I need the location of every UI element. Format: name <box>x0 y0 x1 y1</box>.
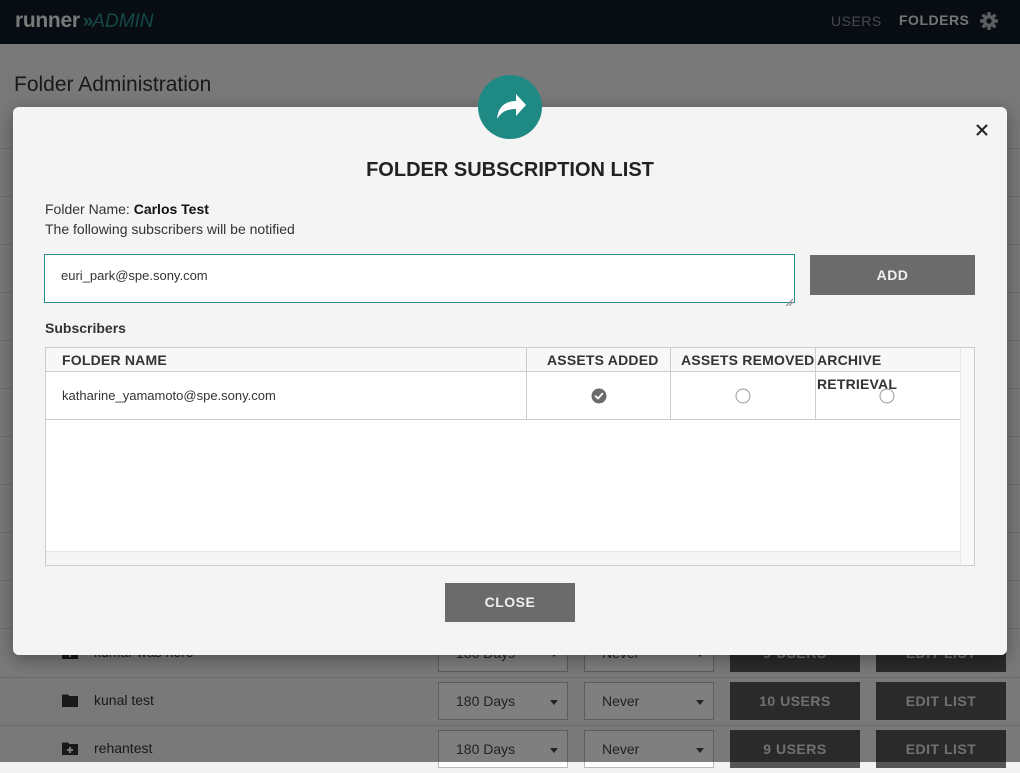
column-header-assets-added[interactable]: ASSETS ADDED <box>547 348 659 372</box>
subscribers-table: FOLDER NAME ASSETS ADDED ASSETS REMOVED … <box>45 347 975 566</box>
column-header-folder-name[interactable]: FOLDER NAME <box>62 348 167 372</box>
vertical-scrollbar[interactable] <box>960 348 974 565</box>
horizontal-scrollbar[interactable] <box>46 551 960 565</box>
folder-name-label: Folder Name: <box>45 201 130 217</box>
add-button[interactable]: ADD <box>810 255 975 295</box>
subscriber-email: katharine_yamamoto@spe.sony.com <box>62 388 276 403</box>
assets-removed-radio[interactable] <box>735 388 751 404</box>
table-header: FOLDER NAME ASSETS ADDED ASSETS REMOVED … <box>46 348 960 392</box>
close-button[interactable]: CLOSE <box>445 583 575 622</box>
archive-retrieval-radio[interactable] <box>879 388 895 404</box>
subscriber-email-input[interactable] <box>44 254 795 303</box>
folder-name-value: Carlos Test <box>133 201 209 217</box>
folder-name-line: Folder Name: Carlos Test <box>45 201 209 217</box>
close-icon[interactable] <box>975 123 989 137</box>
subscribers-label: Subscribers <box>45 320 126 336</box>
share-arrow-icon <box>497 94 526 119</box>
table-row: katharine_yamamoto@spe.sony.com <box>46 372 960 420</box>
resize-handle-icon[interactable] <box>785 293 794 307</box>
assets-added-radio[interactable] <box>591 388 607 404</box>
notify-text: The following subscribers will be notifi… <box>45 221 295 237</box>
column-header-archive-retrieval[interactable]: ARCHIVE RETRIEVAL <box>817 348 960 392</box>
share-badge <box>478 75 542 139</box>
modal-title: FOLDER SUBSCRIPTION LIST <box>366 159 654 181</box>
column-header-assets-removed[interactable]: ASSETS REMOVED <box>681 348 815 372</box>
subscription-modal: FOLDER SUBSCRIPTION LIST Folder Name: Ca… <box>13 107 1007 655</box>
